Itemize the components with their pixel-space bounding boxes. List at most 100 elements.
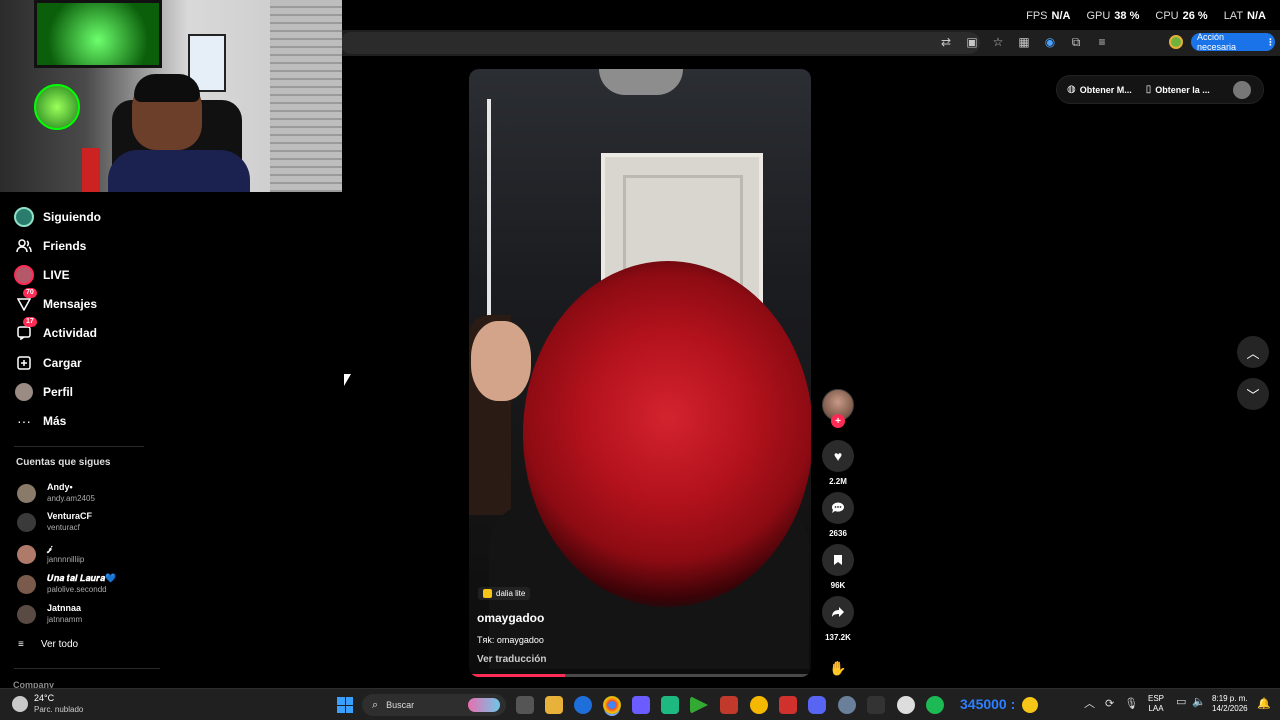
action-needed-button[interactable]: Acción necesaria ⋮ — [1191, 32, 1275, 52]
system-tray: ︿ ⟳ 🎙 — [1084, 695, 1138, 711]
reading-list-icon[interactable]: ≡ — [1094, 34, 1110, 50]
next-video-button[interactable]: ﹀ — [1237, 378, 1269, 410]
taskbar: 24°C Parc. nublado ⌕ Buscar 345000 : ︿ ⟳ … — [0, 688, 1280, 720]
app-icon[interactable] — [661, 696, 679, 714]
taskbar-search[interactable]: ⌕ Buscar — [362, 694, 506, 716]
steelseries-icon[interactable] — [897, 696, 915, 714]
bookmark-icon[interactable] — [822, 544, 854, 576]
mouse-cursor — [344, 374, 351, 386]
spotify-icon[interactable] — [926, 696, 944, 714]
install-app-icon[interactable]: ▣ — [964, 34, 980, 50]
followed-account[interactable]: VenturaCF venturacf — [17, 511, 92, 533]
file-explorer-icon[interactable] — [545, 696, 563, 714]
messages-badge: 70 — [23, 288, 37, 298]
comment-icon[interactable] — [822, 492, 854, 524]
sidebar-item-label: Siguiendo — [43, 210, 101, 224]
video-progress-bar[interactable] — [469, 674, 811, 677]
extensions-puzzle-icon[interactable]: ⧉ — [1068, 34, 1084, 50]
start-button[interactable] — [337, 697, 353, 713]
address-bar[interactable] — [340, 32, 980, 54]
sidebar-item-label: Friends — [43, 239, 87, 253]
sidebar-item-more[interactable]: ··· Más — [14, 410, 66, 432]
sidebar-item-friends[interactable]: Friends — [14, 235, 86, 257]
extension-b-icon[interactable]: ◉ — [1042, 34, 1058, 50]
video-sound[interactable]: Tᴙk: omaygadoo — [477, 635, 544, 645]
sync-icon[interactable]: ⟳ — [1105, 697, 1114, 710]
get-app-button-2[interactable]: ▯ Obtener la ... — [1146, 84, 1210, 95]
sidebar-item-messages[interactable]: 70 Mensajes — [14, 288, 98, 315]
account-name: 𝒿 — [47, 543, 52, 553]
clock[interactable]: 8:19 p. m. 14/2/2026 — [1212, 694, 1248, 714]
account-avatar — [17, 574, 36, 594]
chevron-up-icon[interactable]: ︿ — [1084, 695, 1095, 711]
app-icon[interactable] — [574, 696, 592, 714]
account-handle: jannnnilliip — [47, 555, 85, 564]
task-view-icon[interactable] — [516, 696, 534, 714]
follow-button[interactable]: + — [831, 414, 845, 428]
video-author[interactable]: omaygadoo — [477, 611, 544, 625]
coin-icon[interactable] — [750, 696, 768, 714]
account-name: 𝑼𝒏𝒂 𝒕𝒂𝒍 𝑳𝒂𝒖𝒓𝒂💙 — [47, 573, 117, 583]
see-all-button[interactable]: ≡ Ver todo — [18, 639, 78, 650]
followed-account[interactable]: Jatnnaa jatnnamm — [17, 603, 82, 625]
account-handle: andy.am2405 — [47, 494, 95, 503]
see-translation-link[interactable]: Ver traducción — [477, 654, 546, 665]
extension-a-icon[interactable]: ▦ — [1016, 34, 1032, 50]
webcam-person-shirt — [108, 150, 250, 192]
translate-icon[interactable]: ⇄ — [938, 34, 954, 50]
settings-icon[interactable] — [838, 696, 856, 714]
account-handle: venturacf — [47, 523, 80, 532]
chrome-icon[interactable] — [603, 696, 621, 714]
video-chandelier — [599, 69, 683, 95]
sidebar-item-live[interactable]: LIVE — [14, 264, 70, 286]
video-player[interactable]: dalia lite omaygadoo Tᴙk: omaygadoo Ver … — [469, 69, 811, 677]
app-icon[interactable] — [867, 696, 885, 714]
activity-icon: 17 — [14, 317, 37, 343]
network-icon: ▭ — [1176, 696, 1187, 708]
sidebar-item-profile[interactable]: Perfil — [14, 381, 73, 403]
weather-condition: Parc. nublado — [34, 705, 84, 714]
chevron-down-icon: ﹀ — [1246, 387, 1260, 403]
bookmark-star-icon[interactable]: ☆ — [990, 34, 1006, 50]
hand-icon[interactable]: ✋ — [829, 660, 846, 677]
friends-icon — [14, 236, 34, 256]
webcam-light — [82, 148, 100, 192]
list-icon: ≡ — [18, 639, 24, 650]
language-indicator[interactable]: ESP LAA — [1148, 694, 1164, 714]
sidebar: Siguiendo Friends LIVE 70 Mensajes 17 Ac… — [0, 192, 160, 690]
previous-video-button[interactable]: ︿ — [1237, 336, 1269, 368]
sidebar-item-activity[interactable]: 17 Actividad — [14, 317, 97, 344]
webcam-logo — [34, 84, 80, 130]
like-count: 2.2M — [829, 477, 847, 486]
fps-stat: FPS N/A — [1026, 10, 1071, 22]
followed-account[interactable]: Andy• andy.am2405 — [17, 482, 95, 504]
effect-label: dalia lite — [496, 589, 526, 598]
effect-tag[interactable]: dalia lite — [478, 587, 531, 600]
notification-bell-icon[interactable]: 🔔 — [1257, 697, 1271, 710]
game-controller-icon[interactable] — [632, 696, 650, 714]
sidebar-item-label: Mensajes — [43, 297, 98, 311]
weather-widget[interactable]: 24°C Parc. nublado — [12, 693, 83, 715]
user-avatar[interactable] — [1233, 80, 1251, 99]
gpu-stat: GPU 38 % — [1086, 10, 1140, 22]
microphone-icon[interactable]: 🎙 — [1124, 697, 1138, 710]
share-icon[interactable] — [822, 596, 854, 628]
heart-icon[interactable]: ♥ — [822, 440, 854, 472]
sidebar-item-label: LIVE — [43, 268, 70, 282]
app-icon[interactable] — [779, 696, 797, 714]
live-icon — [14, 265, 34, 285]
followed-account[interactable]: 𝒿 jannnnilliip — [17, 543, 84, 565]
followed-account[interactable]: 𝑼𝒏𝒂 𝒕𝒂𝒍 𝑳𝒂𝒖𝒓𝒂💙 palolive.secondd — [17, 573, 116, 595]
profile-avatar[interactable] — [1169, 35, 1183, 49]
webcam-overlay — [0, 0, 342, 192]
cpu-stat: CPU 26 % — [1155, 10, 1208, 22]
sidebar-item-following[interactable]: Siguiendo — [14, 206, 101, 228]
get-app-button-1[interactable]: ◍ Obtener M... — [1067, 84, 1132, 95]
play-icon[interactable] — [690, 696, 708, 714]
discord-icon[interactable] — [808, 696, 826, 714]
comment-count: 2636 — [829, 529, 847, 538]
app-icon[interactable] — [720, 696, 738, 714]
search-icon: ⌕ — [372, 698, 379, 711]
sidebar-item-upload[interactable]: Cargar — [14, 352, 82, 374]
quick-settings[interactable]: ▭ 🔈 — [1176, 695, 1206, 708]
